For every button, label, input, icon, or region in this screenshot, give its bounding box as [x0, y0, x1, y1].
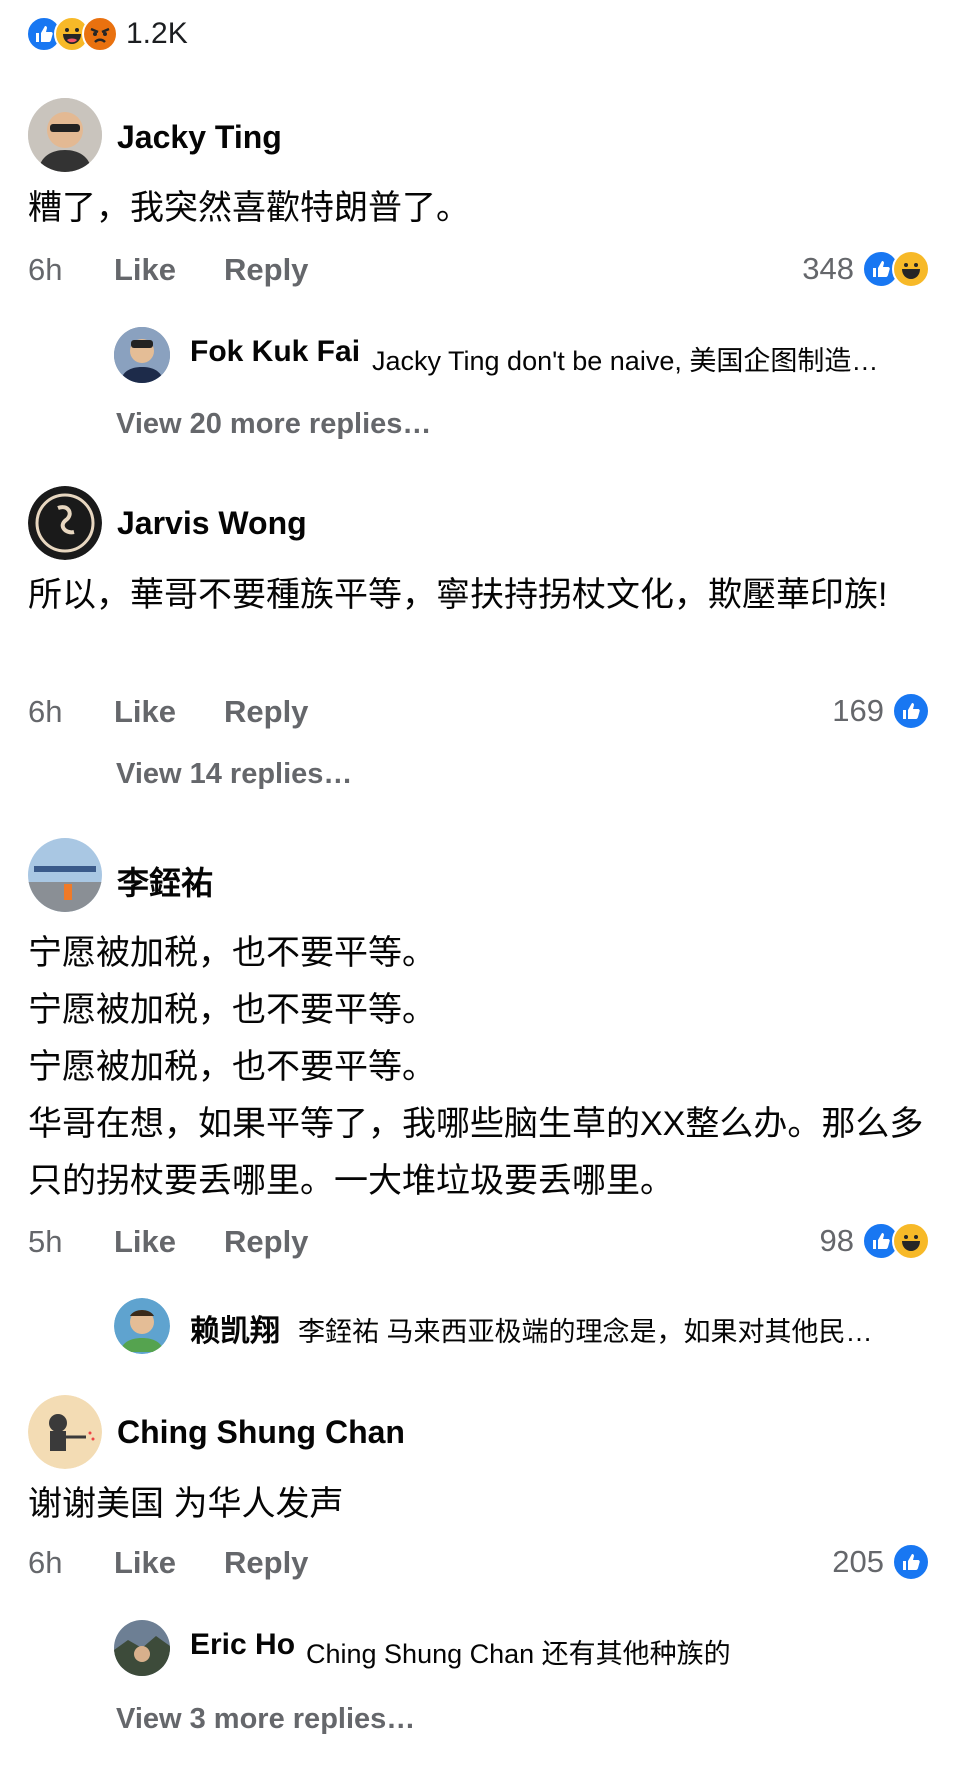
like-button[interactable]: Like: [114, 252, 224, 288]
reply-text: Jacky Ting don't be naive, 美国企图制造…: [372, 346, 879, 376]
haha-icon: [892, 1222, 930, 1260]
comment-actions: 6h Like Reply: [28, 694, 308, 730]
avatar[interactable]: [28, 838, 102, 912]
avatar: [114, 1298, 170, 1354]
avatar[interactable]: [28, 486, 102, 560]
reaction-count[interactable]: 205: [832, 1543, 930, 1581]
reply-text: Ching Shung Chan 还有其他种族的: [306, 1639, 731, 1669]
comment-text: 糟了，我突然喜歡特朗普了。: [28, 189, 470, 227]
reply-button[interactable]: Reply: [224, 1545, 308, 1581]
reply-button[interactable]: Reply: [224, 694, 308, 730]
comment-actions: 6h Like Reply: [28, 252, 308, 288]
like-icon: [892, 1543, 930, 1581]
comment-time[interactable]: 6h: [28, 694, 114, 730]
comment-actions: 6h Like Reply: [28, 1545, 308, 1581]
like-icon: [892, 692, 930, 730]
avatar[interactable]: [28, 98, 102, 172]
like-button[interactable]: Like: [114, 1224, 224, 1260]
reply-author: Fok Kuk Fai: [190, 335, 361, 368]
angry-icon: [82, 16, 118, 52]
reply-button[interactable]: Reply: [224, 1224, 308, 1260]
comment-time[interactable]: 6h: [28, 252, 114, 288]
reaction-total: 1.2K: [126, 17, 188, 50]
comment-time[interactable]: 6h: [28, 1545, 114, 1581]
comment-text: 所以，華哥不要種族平等，寧扶持拐杖文化，欺壓華印族!: [28, 576, 888, 614]
reply-preview[interactable]: Eric Ho Ching Shung Chan 还有其他种族的: [114, 1620, 934, 1680]
comment-author[interactable]: 李銍祐: [117, 858, 213, 904]
comment-author[interactable]: Jacky Ting: [117, 119, 282, 156]
comment-text: 谢谢美国 为华人发声: [28, 1485, 344, 1523]
avatar[interactable]: [28, 1395, 102, 1469]
reaction-summary[interactable]: 1.2K: [26, 14, 188, 54]
reply-author: 赖凯翔: [190, 1315, 280, 1348]
comment-actions: 5h Like Reply: [28, 1224, 308, 1260]
view-more-replies[interactable]: View 3 more replies…: [116, 1703, 415, 1736]
avatar: [114, 327, 170, 383]
comment-text-line: 华哥在想，如果平等了，我哪些脑生草的XX整么办。那么多只的拐杖要丢哪里。一大堆垃…: [28, 1105, 924, 1200]
comment-author[interactable]: Jarvis Wong: [117, 505, 307, 542]
comment-author[interactable]: Ching Shung Chan: [117, 1414, 405, 1451]
avatar: [114, 1620, 170, 1676]
comment-text-line: 宁愿被加税，也不要平等。: [28, 1048, 436, 1086]
reaction-count[interactable]: 169: [832, 692, 930, 730]
view-more-replies[interactable]: View 20 more replies…: [116, 408, 431, 441]
reaction-count[interactable]: 98: [820, 1222, 930, 1260]
haha-icon: [892, 250, 930, 288]
comment-text: 宁愿被加税，也不要平等。 宁愿被加税，也不要平等。 宁愿被加税，也不要平等。 华…: [28, 925, 928, 1210]
reply-author: Eric Ho: [190, 1628, 296, 1661]
comment-time[interactable]: 5h: [28, 1224, 114, 1260]
view-more-replies[interactable]: View 14 replies…: [116, 758, 352, 791]
reply-button[interactable]: Reply: [224, 252, 308, 288]
comment-text-line: 宁愿被加税，也不要平等。: [28, 934, 436, 972]
reply-text: 李銍祐 马来西亚极端的理念是，如果对其他民…: [298, 1317, 873, 1347]
reply-preview[interactable]: Fok Kuk Fai Jacky Ting don't be naive, 美…: [114, 327, 934, 387]
like-button[interactable]: Like: [114, 694, 224, 730]
like-button[interactable]: Like: [114, 1545, 224, 1581]
reply-preview[interactable]: 赖凯翔 李銍祐 马来西亚极端的理念是，如果对其他民…: [114, 1298, 934, 1358]
comment-text-line: 宁愿被加税，也不要平等。: [28, 991, 436, 1029]
reaction-count[interactable]: 348: [802, 250, 930, 288]
